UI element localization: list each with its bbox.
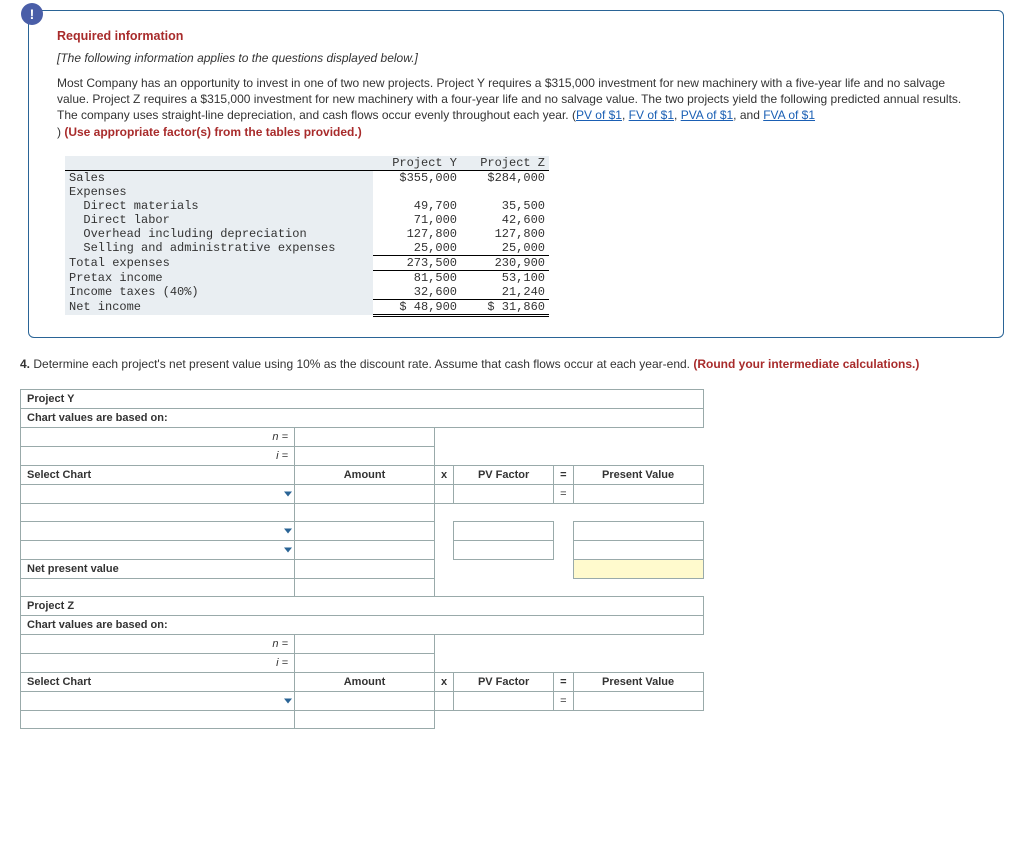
n-input-z[interactable]	[295, 634, 435, 653]
question-text: 4. Determine each project's net present …	[20, 356, 1004, 373]
row-sales-label: Sales	[65, 170, 373, 185]
amount-input-y-2[interactable]	[295, 521, 435, 540]
project-y-header: Project Y	[21, 389, 704, 408]
pv-factor-header-z: PV Factor	[454, 672, 554, 691]
row-tax-y: 32,600	[373, 285, 461, 300]
pva-link[interactable]: PVA of $1	[681, 108, 733, 122]
eq-cell-z: =	[554, 691, 573, 710]
i-input-z[interactable]	[295, 653, 435, 672]
row-te-z: 230,900	[461, 255, 549, 270]
row-pi-label: Pretax income	[65, 270, 373, 285]
row-pi-y: 81,500	[373, 270, 461, 285]
n-label: n =	[21, 427, 295, 446]
income-statement-table: Project YProject Z Sales$355,000$284,000…	[65, 156, 549, 317]
amount-input-y-1[interactable]	[295, 484, 435, 503]
applies-note: [The following information applies to th…	[57, 51, 975, 65]
pv-output-y-3[interactable]	[573, 540, 703, 559]
eq-header-z: =	[554, 672, 573, 691]
pv-output-z-1[interactable]	[573, 691, 703, 710]
question-number: 4.	[20, 357, 30, 371]
row-oh-label: Overhead including depreciation	[65, 227, 373, 241]
paragraph-text: Most Company has an opportunity to inves…	[57, 76, 961, 122]
row-tax-label: Income taxes (40%)	[65, 285, 373, 300]
col-header-z: Project Z	[461, 156, 549, 171]
round-note: (Round your intermediate calculations.)	[693, 357, 919, 371]
i-label-z: i =	[21, 653, 295, 672]
select-chart-header-z: Select Chart	[21, 672, 295, 691]
info-icon: !	[21, 3, 43, 25]
pv-output-y-1[interactable]	[573, 484, 703, 503]
row-sa-z: 25,000	[461, 241, 549, 256]
fva-link[interactable]: FVA of $1	[763, 108, 815, 122]
pv-link[interactable]: PV of $1	[576, 108, 622, 122]
chart-select-y-3[interactable]	[21, 540, 295, 559]
pvfactor-input-z-1[interactable]	[454, 691, 554, 710]
chart-basis-label-z: Chart values are based on:	[21, 615, 704, 634]
eq-cell: =	[554, 484, 573, 503]
col-header-y: Project Y	[373, 156, 461, 171]
row-oh-z: 127,800	[461, 227, 549, 241]
fv-link[interactable]: FV of $1	[629, 108, 674, 122]
project-y-table: Project Y Chart values are based on: n =…	[20, 389, 704, 729]
pv-factor-header: PV Factor	[454, 465, 554, 484]
row-sales-z: $284,000	[461, 170, 549, 185]
row-dl-y: 71,000	[373, 213, 461, 227]
row-dl-z: 42,600	[461, 213, 549, 227]
row-ni-label: Net income	[65, 299, 373, 315]
chart-select-y-2[interactable]	[21, 521, 295, 540]
npv-output-y[interactable]	[573, 559, 703, 578]
npv-label-y: Net present value	[21, 559, 295, 578]
chart-select-y-1[interactable]	[21, 484, 295, 503]
row-dm-z: 35,500	[461, 199, 549, 213]
chart-basis-label: Chart values are based on:	[21, 408, 704, 427]
row-dm-y: 49,700	[373, 199, 461, 213]
row-dl-label: Direct labor	[65, 213, 373, 227]
row-dm-label: Direct materials	[65, 199, 373, 213]
x-header: x	[435, 465, 454, 484]
problem-paragraph: Most Company has an opportunity to inves…	[57, 75, 975, 140]
row-oh-y: 127,800	[373, 227, 461, 241]
amount-header-z: Amount	[295, 672, 435, 691]
present-value-header-z: Present Value	[573, 672, 703, 691]
n-input-y[interactable]	[295, 427, 435, 446]
i-input-y[interactable]	[295, 446, 435, 465]
chart-select-z-1[interactable]	[21, 691, 295, 710]
required-information-panel: ! Required information [The following in…	[28, 10, 1004, 338]
row-ni-z: $ 31,860	[461, 299, 549, 315]
row-sales-y: $355,000	[373, 170, 461, 185]
eq-header: =	[554, 465, 573, 484]
row-expenses-label: Expenses	[65, 185, 373, 199]
row-te-y: 273,500	[373, 255, 461, 270]
present-value-header: Present Value	[573, 465, 703, 484]
row-ni-y: $ 48,900	[373, 299, 461, 315]
project-z-header: Project Z	[21, 596, 704, 615]
pv-output-y-2[interactable]	[573, 521, 703, 540]
n-label-z: n =	[21, 634, 295, 653]
amount-input-z-1[interactable]	[295, 691, 435, 710]
row-sa-y: 25,000	[373, 241, 461, 256]
i-label: i =	[21, 446, 295, 465]
row-tax-z: 21,240	[461, 285, 549, 300]
select-chart-header: Select Chart	[21, 465, 295, 484]
pvfactor-input-y-1[interactable]	[454, 484, 554, 503]
x-header-z: x	[435, 672, 454, 691]
row-te-label: Total expenses	[65, 255, 373, 270]
required-information-heading: Required information	[57, 29, 975, 43]
row-pi-z: 53,100	[461, 270, 549, 285]
row-sa-label: Selling and administrative expenses	[65, 241, 373, 256]
factor-note: (Use appropriate factor(s) from the tabl…	[61, 125, 362, 139]
amount-input-y-3[interactable]	[295, 540, 435, 559]
amount-header: Amount	[295, 465, 435, 484]
